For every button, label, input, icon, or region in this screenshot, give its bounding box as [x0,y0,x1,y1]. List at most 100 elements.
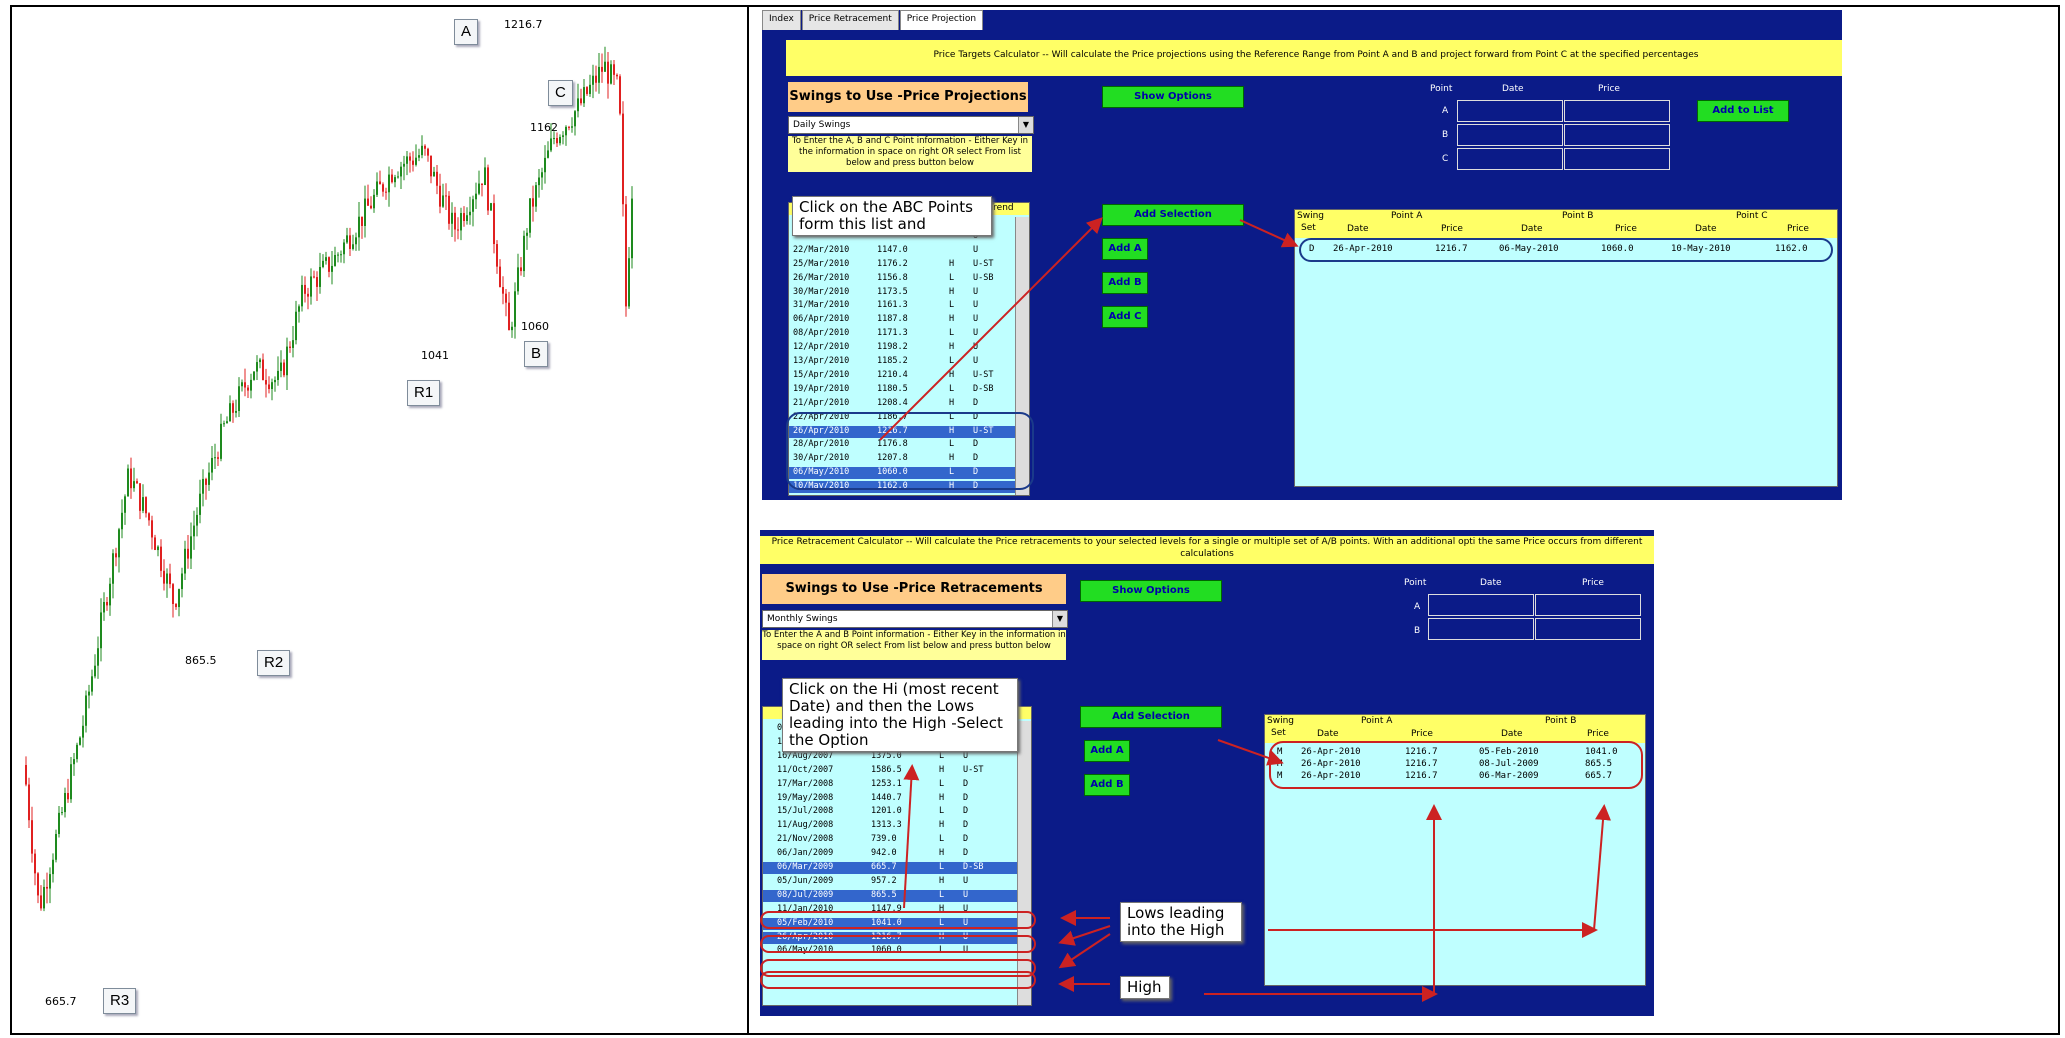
retr-a-price-input[interactable] [1535,594,1641,616]
proj-show-options-button[interactable]: Show Options [1102,86,1244,108]
list-cell-date: 21/Nov/2008 [777,834,834,845]
list-item[interactable]: 21/Apr/2010 1208.4 H D [789,398,1015,410]
proj-selected-grid[interactable]: Swing Set Point A Point B Point C Date P… [1294,209,1838,487]
list-item[interactable]: 06/Jan/2009 942.0 H D [763,848,1017,860]
candle-body [79,737,81,745]
list-cell-hl: L [949,272,955,283]
retr-swings-select-value: Monthly Swings [767,614,838,624]
list-item[interactable]: 31/Mar/2010 1161.3 L U [789,300,1015,312]
list-item[interactable]: 21/Nov/2008 739.0 L D [763,834,1017,846]
candle-body [502,287,504,294]
tab-price-projection[interactable]: Price Projection [899,10,984,30]
retr-selected-grid[interactable]: Swing Set Point A Point B Date Price Dat… [1264,714,1646,986]
list-item[interactable]: 11/Oct/2007 1586.5 H U-ST [763,765,1017,777]
candle-body [211,457,213,473]
retr-add-b-button[interactable]: Add B [1084,774,1130,796]
list-cell-date: 15/Jul/2008 [777,806,834,817]
retr-b-price-input[interactable] [1535,618,1641,640]
list-item[interactable]: 08/Jul/2009 865.5 L U [763,889,1017,902]
value-c: 1162 [530,121,558,134]
candle-body [367,198,369,206]
list-item[interactable]: 15/Apr/2010 1210.4 H U-ST [789,370,1015,382]
proj-point-b-label: B [1442,130,1449,140]
retr-show-options-button[interactable]: Show Options [1080,580,1222,602]
retr-grid-pb-header: Point B [1545,716,1577,726]
proj-date-header: Date [1502,84,1524,94]
candle-body [421,145,423,156]
candle-body [262,359,264,381]
candle-body [217,457,219,459]
list-cell-date: 06/Apr/2010 [793,314,850,325]
retr-grid-set-header: Set [1271,728,1286,738]
list-item[interactable]: 16/Aug/2007 1375.0 L U [763,751,1017,763]
tab-price-retracement[interactable]: Price Retracement [801,10,899,30]
tab-index[interactable]: Index [762,10,801,30]
chevron-down-icon[interactable]: ▼ [1052,611,1067,627]
candle-body [76,744,78,760]
candle-body [295,311,297,341]
retr-add-a-button[interactable]: Add A [1084,740,1130,762]
proj-add-c-button[interactable]: Add C [1102,306,1148,328]
candle-body [553,138,555,140]
list-cell-hl: L [939,889,945,900]
proj-add-b-button[interactable]: Add B [1102,272,1148,294]
list-cell-price: 1253.1 [871,778,902,789]
candle-body [592,75,594,85]
candle-body [418,155,420,158]
list-item[interactable]: 22/Mar/2010 1147.0 U [789,245,1015,257]
chevron-down-icon[interactable]: ▼ [1018,117,1033,133]
list-item[interactable]: 17/Mar/2008 1253.1 L D [763,779,1017,791]
value-r2: 865.5 [185,654,217,667]
list-item[interactable]: 25/Mar/2010 1176.2 H U-ST [789,259,1015,271]
proj-c-price-input[interactable] [1564,148,1670,170]
proj-add-to-list-button[interactable]: Add to List [1697,100,1789,122]
proj-add-selection-button[interactable]: Add Selection [1102,204,1244,226]
list-cell-hl: H [939,764,945,775]
retr-swings-select[interactable]: Monthly Swings ▼ [762,610,1068,628]
retr-b-date-input[interactable] [1428,618,1534,640]
list-item[interactable]: 06/Mar/2009 665.7 L D-SB [763,862,1017,874]
proj-b-price-input[interactable] [1564,124,1670,146]
candle-body [496,244,498,267]
list-item[interactable]: 30/Mar/2010 1173.5 H U [789,287,1015,299]
list-item[interactable]: 26/Mar/2010 1156.8 L U-SB [789,273,1015,285]
list-item[interactable]: 19/Apr/2010 1180.5 L D-SB [789,384,1015,396]
list-item[interactable]: 19/May/2008 1440.7 H D [763,793,1017,805]
list-item[interactable]: 08/Apr/2010 1171.3 L U [789,328,1015,340]
proj-swings-select[interactable]: Daily Swings ▼ [788,116,1034,134]
retr-add-selection-button[interactable]: Add Selection [1080,706,1222,728]
list-item[interactable]: 12/Apr/2010 1198.2 H U [789,342,1015,354]
list-item[interactable]: 06/Apr/2010 1187.8 H U [789,314,1015,326]
candle-body [523,235,525,272]
candle-body [472,199,474,212]
proj-a-date-input[interactable] [1457,100,1563,122]
candle-body [250,379,252,391]
retr-a-date-input[interactable] [1428,594,1534,616]
retr-instructions: To Enter the A and B Point information -… [762,630,1066,660]
candle-body [34,853,36,874]
candle-body [52,859,54,875]
proj-add-a-button[interactable]: Add A [1102,238,1148,260]
list-item[interactable]: 15/Jul/2008 1201.0 L D [763,806,1017,818]
candle-body [334,255,336,266]
retr-point-header: Point [1404,578,1427,588]
list-cell-hl: H [949,258,955,269]
list-cell-trend: U [973,356,979,366]
list-item[interactable]: 11/Aug/2008 1313.3 H D [763,820,1017,832]
candle-body [193,525,195,537]
candle-body [403,163,405,167]
list-item[interactable]: 13/Apr/2010 1185.2 L U [789,356,1015,368]
candle-body [556,138,558,144]
list-cell-date: 11/Aug/2008 [777,820,834,831]
proj-a-price-input[interactable] [1564,100,1670,122]
candlestick-svg [25,46,633,912]
proj-grid-pb-header: Point B [1562,211,1594,221]
list-cell-price: 1210.4 [877,369,908,380]
candle-body [352,244,354,249]
proj-point-c-label: C [1442,154,1449,164]
proj-c-date-input[interactable] [1457,148,1563,170]
candle-body [130,468,132,489]
list-item[interactable]: 05/Jun/2009 957.2 H U [763,876,1017,888]
proj-b-date-input[interactable] [1457,124,1563,146]
candle-body [91,676,93,692]
